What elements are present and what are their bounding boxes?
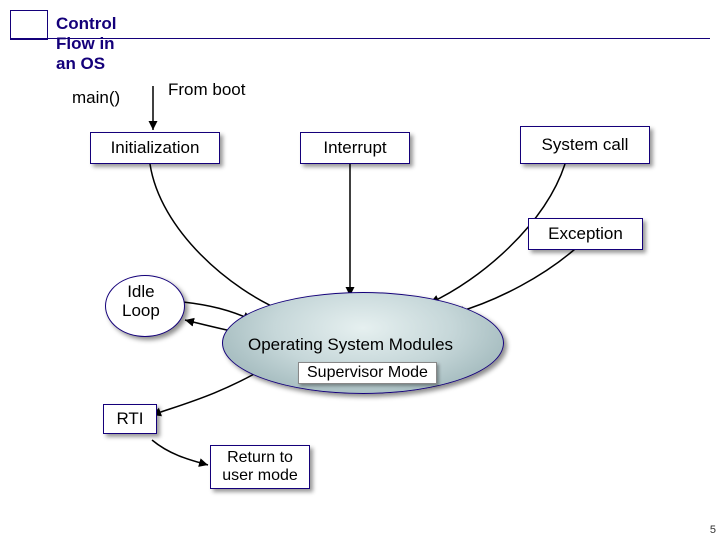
rti-node: RTI — [103, 404, 157, 434]
idle-loop-label: Idle Loop — [122, 283, 160, 320]
page-number: 5 — [710, 524, 716, 536]
os-modules-label: Operating System Modules — [248, 335, 453, 355]
exception-node: Exception — [528, 218, 643, 250]
main-label: main() — [72, 88, 120, 108]
slide-title: Control Flow in an OS — [56, 14, 116, 74]
supervisor-mode-box: Supervisor Mode — [298, 362, 437, 384]
from-boot-label: From boot — [168, 80, 245, 100]
system-call-node: System call — [520, 126, 650, 164]
return-user-node: Return to user mode — [210, 445, 310, 489]
title-bullet-box — [10, 10, 48, 40]
title-underline — [10, 38, 710, 39]
initialization-node: Initialization — [90, 132, 220, 164]
arrow-layer — [0, 0, 720, 540]
interrupt-node: Interrupt — [300, 132, 410, 164]
